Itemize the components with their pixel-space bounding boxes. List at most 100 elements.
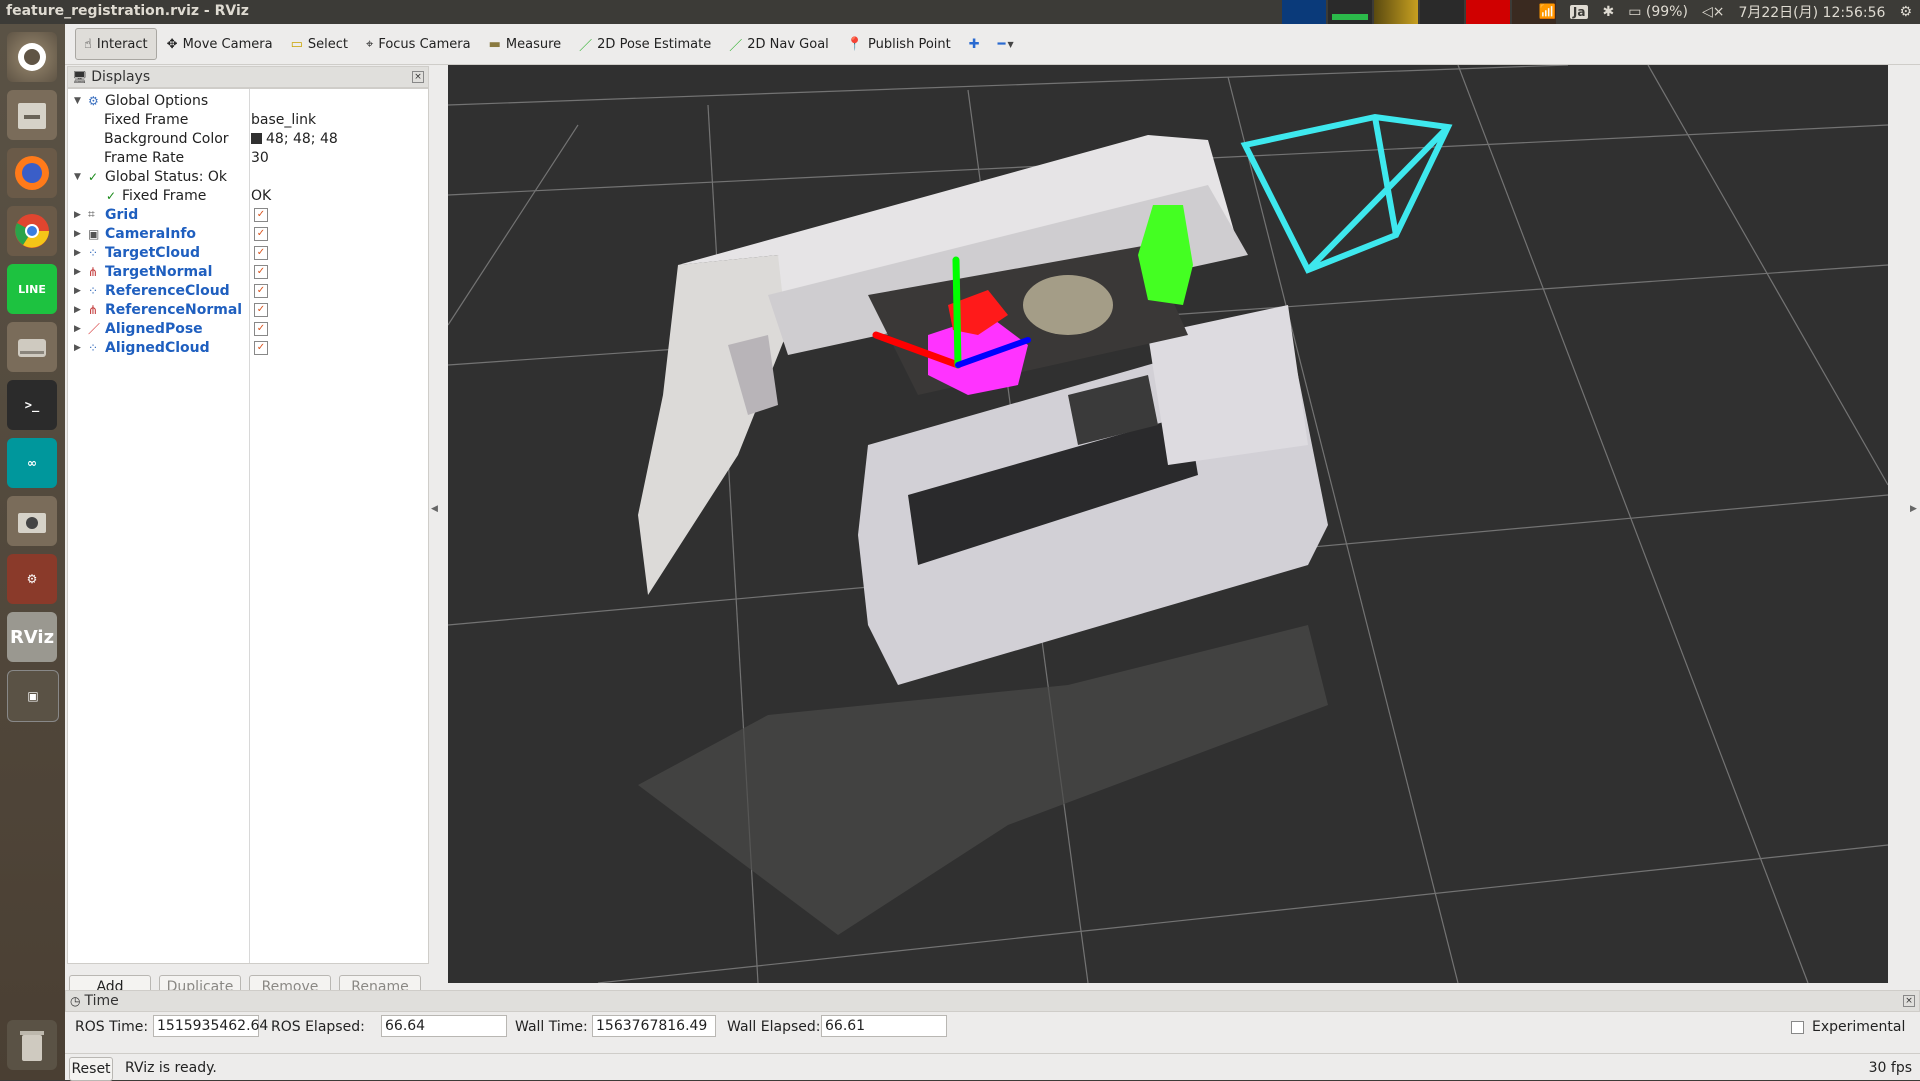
time-panel: ◷ Time × [65, 990, 1920, 1046]
display-item-alignedpose[interactable]: ▶ ／ AlignedPose ✓ [68, 319, 428, 338]
battery-icon: ▭ [1628, 4, 1642, 20]
expand-arrow-icon[interactable]: ▶ [74, 210, 81, 220]
tool-label: Publish Point [867, 36, 951, 52]
enable-checkbox[interactable]: ✓ [254, 264, 268, 279]
tree-row-global-status[interactable]: ▼ ✓ Global Status: Ok [68, 167, 428, 186]
display-label: ReferenceNormal [105, 301, 243, 318]
terminal-icon[interactable]: >_ [7, 380, 57, 430]
ros-time-label: ROS Time: [75, 1019, 149, 1035]
wall-time-field[interactable]: 1563767816.49 [592, 1015, 716, 1037]
pointcloud-icon: ⁘ [88, 283, 99, 298]
system-settings-icon[interactable]: ⚙ [7, 554, 57, 604]
frame-rate-label: Frame Rate [104, 149, 185, 166]
disk-icon[interactable] [7, 322, 57, 372]
expand-arrow-icon[interactable]: ▶ [74, 229, 81, 239]
focus-camera-tool[interactable]: ⌖ Focus Camera [358, 29, 479, 59]
collapse-arrow-icon[interactable]: ▼ [74, 172, 81, 182]
files-icon[interactable] [7, 90, 57, 140]
fixed-frame-value[interactable]: base_link [251, 112, 316, 128]
close-icon[interactable]: × [412, 71, 424, 83]
publish-point-tool[interactable]: 📍 Publish Point [839, 29, 959, 59]
tool-label: Interact [96, 36, 148, 52]
trash-icon[interactable] [7, 1020, 57, 1070]
pointcloud-icon: ⁘ [88, 340, 99, 355]
display-item-alignedcloud[interactable]: ▶ ⁘ AlignedCloud ✓ [68, 338, 428, 357]
tree-row-fixed-frame[interactable]: Fixed Frame base_link [68, 110, 428, 129]
display-item-referencenormal[interactable]: ▶ ⋔ ReferenceNormal ✓ [68, 300, 428, 319]
enable-checkbox[interactable]: ✓ [254, 283, 268, 298]
gear-icon[interactable]: ⚙ [1899, 4, 1912, 20]
ros-time-field[interactable]: 1515935462.64 [153, 1015, 268, 1037]
input-method-indicator[interactable]: Ja [1569, 5, 1589, 19]
display-item-targetcloud[interactable]: ▶ ⁘ TargetCloud ✓ [68, 243, 428, 262]
workspaces-icon[interactable]: ▣ [7, 670, 59, 722]
firefox-icon[interactable] [7, 148, 57, 198]
display-item-grid[interactable]: ▶ ⌗ Grid ✓ [68, 205, 428, 224]
frame-rate-value[interactable]: 30 [251, 150, 269, 166]
remove-tool-button[interactable]: ━ ▼ [990, 29, 1022, 59]
expand-arrow-icon[interactable]: ▶ [74, 305, 81, 315]
collapse-right-icon[interactable]: ▶ [1910, 504, 1917, 514]
green-arrow-icon: ／ [579, 38, 593, 54]
expand-arrow-icon[interactable]: ▶ [74, 248, 81, 258]
collapse-left-icon[interactable]: ◀ [431, 504, 438, 514]
expand-arrow-icon[interactable]: ▶ [74, 324, 81, 334]
measure-tool[interactable]: ▬ Measure [481, 29, 570, 59]
experimental-toggle[interactable]: Experimental [1791, 1019, 1905, 1035]
expand-arrow-icon[interactable]: ▶ [74, 267, 81, 277]
tree-row-status-fixed-frame[interactable]: ✓ Fixed Frame OK [68, 186, 428, 205]
clock[interactable]: 7月22日(月) 12:56:56 [1738, 2, 1885, 22]
dash-home-icon[interactable] [7, 32, 57, 82]
interact-tool[interactable]: ☝ Interact [75, 28, 157, 60]
select-tool[interactable]: ▭ Select [283, 29, 356, 59]
expand-arrow-icon[interactable]: ▶ [74, 343, 81, 353]
display-item-camerainfo[interactable]: ▶ ▣ CameraInfo ✓ [68, 224, 428, 243]
2d-nav-goal-tool[interactable]: ／ 2D Nav Goal [721, 29, 837, 59]
enable-checkbox[interactable]: ✓ [254, 207, 268, 222]
line-icon[interactable]: LINE [7, 264, 57, 314]
close-icon[interactable]: × [1903, 995, 1915, 1007]
wall-elapsed-field[interactable]: 66.61 [821, 1015, 947, 1037]
add-tool-button[interactable]: ✚ [961, 29, 988, 59]
check-icon: ✓ [106, 188, 117, 203]
move-camera-tool[interactable]: ✥ Move Camera [159, 29, 281, 59]
2d-pose-estimate-tool[interactable]: ／ 2D Pose Estimate [571, 29, 719, 59]
enable-checkbox[interactable]: ✓ [254, 226, 268, 241]
expand-arrow-icon[interactable]: ▶ [74, 286, 81, 296]
wifi-icon[interactable]: 📶 [1538, 4, 1555, 20]
swap-graph [1420, 0, 1464, 24]
screenshot-icon[interactable] [7, 496, 57, 546]
time-header: ◷ Time × [65, 990, 1920, 1012]
display-item-referencecloud[interactable]: ▶ ⁘ ReferenceCloud ✓ [68, 281, 428, 300]
pose-arrow-icon: ／ [88, 322, 101, 336]
enable-checkbox[interactable]: ✓ [254, 340, 268, 355]
rviz-icon[interactable]: RViz [7, 612, 57, 662]
camera-frustum [1240, 113, 1453, 274]
reset-button[interactable]: Reset [69, 1057, 113, 1081]
experimental-checkbox[interactable] [1791, 1020, 1804, 1034]
tree-row-background-color[interactable]: Background Color 48; 48; 48 [68, 129, 428, 148]
status-fixed-frame-value: OK [251, 187, 272, 204]
display-label: AlignedCloud [105, 339, 210, 356]
displays-tree: ▼ ⚙ Global Options Fixed Frame base_link… [67, 88, 429, 964]
enable-checkbox[interactable]: ✓ [254, 245, 268, 260]
tree-row-global-options[interactable]: ▼ ⚙ Global Options [68, 91, 428, 110]
chrome-icon[interactable] [7, 206, 57, 256]
enable-checkbox[interactable]: ✓ [254, 302, 268, 317]
point-cloud [638, 135, 1328, 935]
collapse-arrow-icon[interactable]: ▼ [74, 96, 81, 106]
window-title: feature_registration.rviz - RViz [6, 3, 249, 19]
battery-indicator[interactable]: ▭ (99%) [1628, 4, 1688, 20]
ros-elapsed-field[interactable]: 66.64 [381, 1015, 507, 1037]
background-color-value[interactable]: 48; 48; 48 [251, 131, 338, 147]
volume-icon[interactable]: ◁× [1702, 4, 1725, 20]
enable-checkbox[interactable]: ✓ [254, 321, 268, 336]
display-item-targetnormal[interactable]: ▶ ⋔ TargetNormal ✓ [68, 262, 428, 281]
render-viewport[interactable] [448, 65, 1888, 983]
tree-row-frame-rate[interactable]: Frame Rate 30 [68, 148, 428, 167]
bluetooth-icon[interactable]: ✱ [1602, 4, 1614, 20]
normals-icon: ⋔ [88, 264, 99, 279]
arduino-icon[interactable]: ∞ [7, 438, 57, 488]
system-monitor[interactable] [1282, 0, 1558, 24]
experimental-label: Experimental [1812, 1019, 1906, 1035]
